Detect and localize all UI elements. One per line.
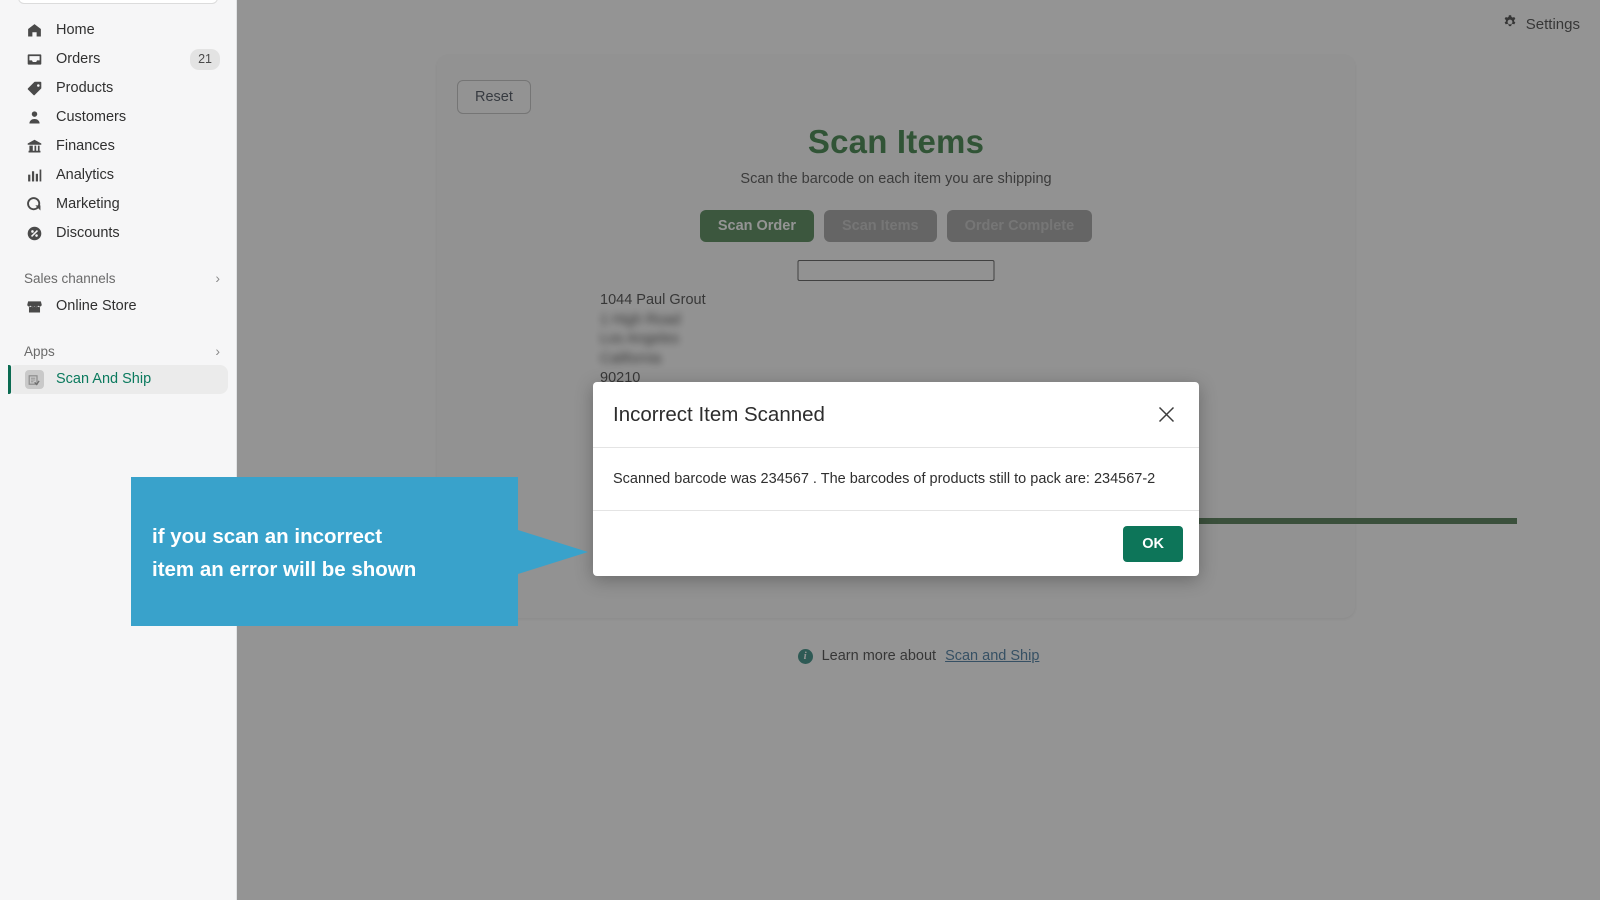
sidebar-item-products[interactable]: Products	[8, 74, 228, 103]
sidebar-item-label: Home	[56, 22, 95, 39]
modal-footer: OK	[593, 511, 1199, 576]
bar-chart-icon	[24, 166, 44, 186]
sidebar-item-scan-and-ship[interactable]: Scan And Ship	[8, 365, 228, 394]
orders-icon	[24, 50, 44, 70]
sidebar-item-label: Products	[56, 80, 114, 97]
scan-and-ship-app-icon	[24, 370, 44, 390]
sidebar-item-discounts[interactable]: Discounts	[8, 219, 228, 248]
orders-badge: 21	[190, 49, 220, 70]
sales-channels-section[interactable]: Sales channels ›	[8, 264, 228, 292]
incorrect-item-modal: Incorrect Item Scanned Scanned barcode w…	[593, 382, 1199, 576]
sidebar-nav: Home Orders 21 Products Customers Financ…	[0, 0, 236, 394]
discount-icon	[24, 224, 44, 244]
home-icon	[24, 21, 44, 41]
chevron-right-icon[interactable]: ›	[215, 271, 220, 285]
sidebar-item-analytics[interactable]: Analytics	[8, 161, 228, 190]
sidebar-item-finances[interactable]: Finances	[8, 132, 228, 161]
sidebar-item-online-store[interactable]: Online Store	[8, 292, 228, 321]
ok-button[interactable]: OK	[1123, 525, 1183, 562]
bank-icon	[24, 137, 44, 157]
apps-section[interactable]: Apps ›	[8, 337, 228, 365]
sidebar-item-label: Discounts	[56, 225, 120, 242]
sidebar-item-marketing[interactable]: Marketing	[8, 190, 228, 219]
sidebar-item-label: Customers	[56, 109, 127, 126]
modal-message: Scanned barcode was 234567 . The barcode…	[613, 471, 1156, 487]
person-icon	[24, 108, 44, 128]
modal-title: Incorrect Item Scanned	[613, 402, 825, 426]
storefront-icon	[24, 297, 44, 317]
sales-channels-label: Sales channels	[24, 270, 116, 286]
sidebar-item-label: Online Store	[56, 298, 137, 315]
sidebar-item-label: Finances	[56, 138, 115, 155]
tag-icon	[24, 79, 44, 99]
close-icon[interactable]	[1153, 402, 1179, 428]
sidebar-item-home[interactable]: Home	[8, 16, 228, 45]
modal-body: Scanned barcode was 234567 . The barcode…	[593, 448, 1199, 511]
megaphone-icon	[24, 195, 44, 215]
sidebar-item-label: Scan And Ship	[56, 371, 152, 388]
active-indicator	[8, 365, 11, 394]
sidebar-search-stub[interactable]	[18, 0, 218, 4]
sidebar-item-customers[interactable]: Customers	[8, 103, 228, 132]
chevron-right-icon[interactable]: ›	[215, 344, 220, 358]
sidebar-item-label: Marketing	[56, 196, 120, 213]
app-root: Home Orders 21 Products Customers Financ…	[0, 0, 1600, 900]
sidebar-item-label: Orders	[56, 51, 101, 68]
modal-header: Incorrect Item Scanned	[593, 382, 1199, 448]
sidebar: Home Orders 21 Products Customers Financ…	[0, 0, 237, 900]
callout-text: if you scan an incorrect item an error w…	[152, 525, 417, 581]
apps-label: Apps	[24, 343, 55, 359]
callout-box: if you scan an incorrect item an error w…	[131, 477, 518, 626]
callout-pointer	[518, 530, 588, 574]
sidebar-item-label: Analytics	[56, 167, 115, 184]
sidebar-item-orders[interactable]: Orders 21	[8, 45, 228, 74]
